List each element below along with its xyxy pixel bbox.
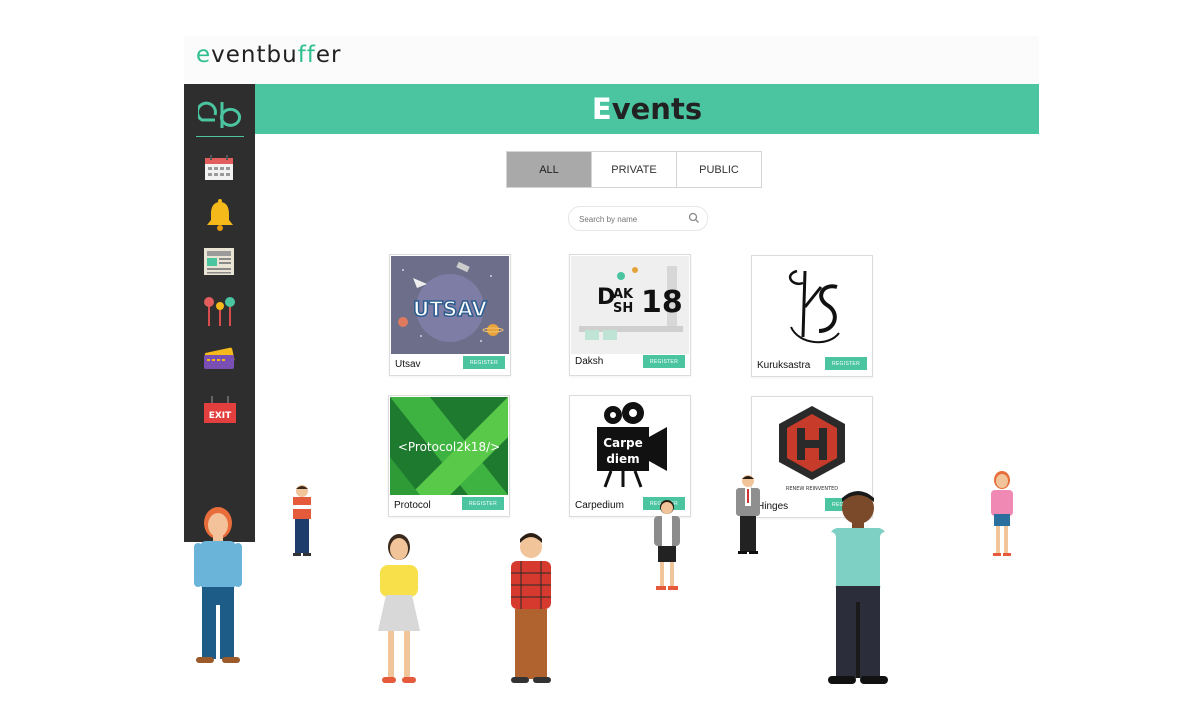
person-illustration <box>378 534 420 683</box>
tab-all[interactable]: ALL <box>507 152 592 187</box>
tab-private[interactable]: PRIVATE <box>592 152 677 187</box>
exit-icon: EXIT <box>204 396 236 423</box>
sidebar-item-news[interactable] <box>202 244 238 278</box>
person-illustration <box>654 500 680 590</box>
tickets-icon <box>204 347 235 369</box>
svg-text:AK: AK <box>613 287 634 302</box>
event-name: Daksh <box>575 356 604 367</box>
svg-text:18: 18 <box>641 285 683 320</box>
event-name: Kuruksastra <box>757 360 811 371</box>
search-input[interactable] <box>577 211 689 227</box>
event-poster-kuruksastra[interactable] <box>753 257 871 355</box>
sidebar-logo[interactable] <box>195 98 242 136</box>
filter-tabs: ALL PRIVATE PUBLIC <box>506 151 762 188</box>
calendar-icon <box>205 155 233 180</box>
sidebar-item-exit[interactable]: EXIT <box>202 394 238 428</box>
event-poster-hinges[interactable]: RENEW REINVENTED <box>753 398 871 496</box>
event-name: Protocol <box>394 500 431 511</box>
event-name: Carpedium <box>575 500 624 511</box>
event-card-daksh[interactable]: D AK SH 18 Daksh REGISTER <box>569 254 691 376</box>
person-illustration <box>293 485 311 556</box>
event-card-protocol[interactable]: <Protocol2k18/> Protocol REGISTER <box>388 395 510 517</box>
sidebar-item-tickets[interactable] <box>202 344 238 378</box>
sidebar-item-calendar[interactable] <box>202 154 238 188</box>
svg-text:<Protocol2k18/>: <Protocol2k18/> <box>398 440 500 454</box>
register-button[interactable]: REGISTER <box>643 355 685 368</box>
brand-logo[interactable]: eventbuffer <box>196 42 342 68</box>
register-button[interactable]: REGISTER <box>462 497 504 510</box>
register-button[interactable]: REGISTER <box>463 356 505 369</box>
newspaper-icon <box>204 248 234 275</box>
register-button[interactable]: REGISTER <box>825 357 867 370</box>
event-poster-carpedium[interactable]: Carpe diem <box>571 397 689 495</box>
svg-text:UTSAV: UTSAV <box>413 297 487 321</box>
sidebar-item-notifications[interactable] <box>202 198 238 232</box>
event-poster-protocol[interactable]: <Protocol2k18/> <box>390 397 508 495</box>
bell-icon <box>207 199 233 231</box>
search-box <box>568 206 708 231</box>
page-title: Events <box>591 92 703 126</box>
svg-text:Carpe: Carpe <box>603 436 643 450</box>
page-header: Events <box>255 84 1039 134</box>
sidebar-divider <box>196 136 244 137</box>
svg-text:diem: diem <box>606 452 639 466</box>
pins-icon <box>204 297 235 326</box>
sidebar-item-pins[interactable] <box>202 294 238 328</box>
event-card-kuruksastra[interactable]: Kuruksastra REGISTER <box>751 255 873 377</box>
sidebar: EXIT <box>184 84 255 542</box>
event-name: Utsav <box>395 359 421 370</box>
svg-text:SH: SH <box>613 301 633 316</box>
person-illustration <box>511 533 551 683</box>
event-poster-daksh[interactable]: D AK SH 18 <box>571 256 689 354</box>
person-illustration <box>826 491 890 684</box>
person-illustration <box>736 475 760 554</box>
tab-public[interactable]: PUBLIC <box>677 152 761 187</box>
person-illustration <box>991 471 1013 556</box>
event-poster-utsav[interactable]: UTSAV <box>391 256 509 354</box>
event-card-utsav[interactable]: UTSAV Utsav REGISTER <box>389 254 511 376</box>
person-illustration <box>194 507 242 663</box>
search-icon[interactable] <box>688 212 700 224</box>
exit-label: EXIT <box>209 411 232 421</box>
